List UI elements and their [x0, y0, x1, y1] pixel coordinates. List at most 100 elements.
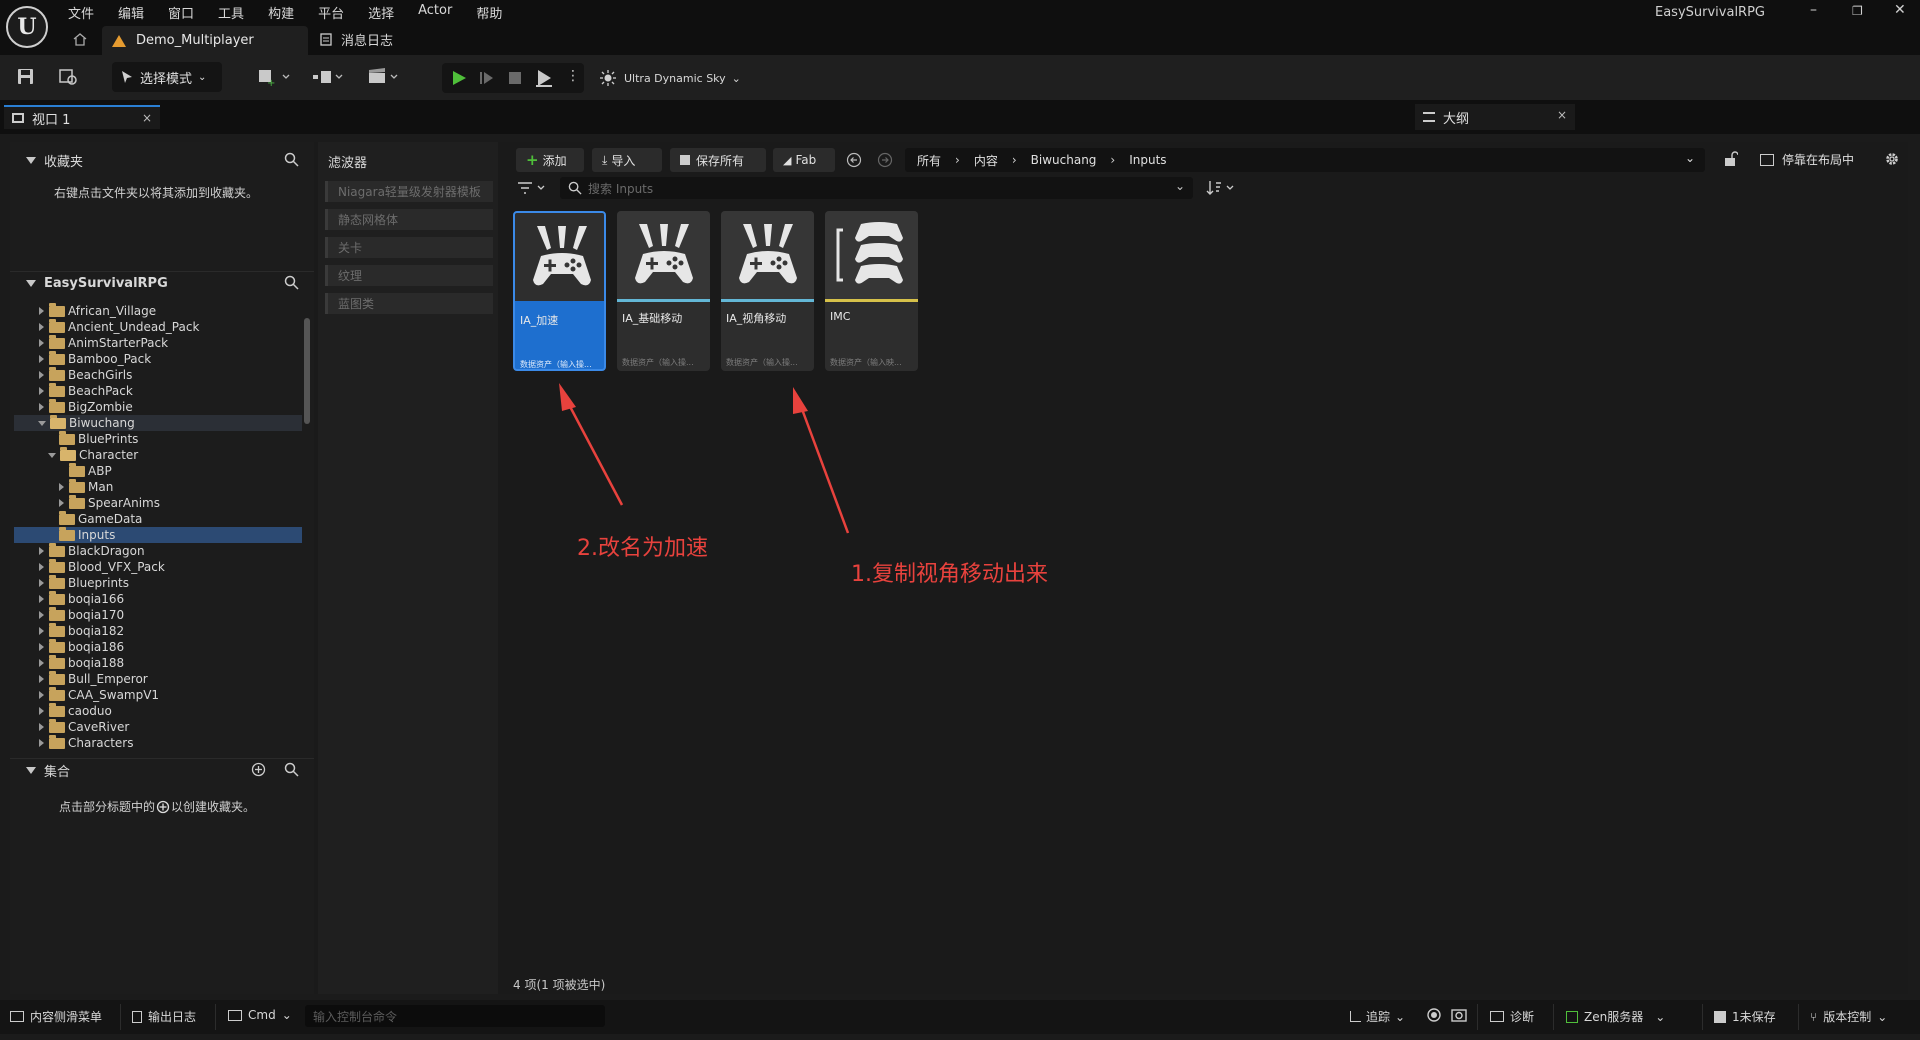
breadcrumb-inputs[interactable]: Inputs — [1129, 153, 1166, 167]
folder-tree-item[interactable]: Character — [14, 446, 302, 463]
menu-tools[interactable]: 工具 — [206, 0, 256, 22]
browse-icon[interactable] — [58, 67, 80, 87]
screenshot-icon[interactable] — [1451, 1008, 1467, 1022]
collapsed-caret-icon[interactable] — [39, 611, 44, 619]
dock-in-layout-button[interactable]: 停靠在布局中 — [1760, 151, 1854, 168]
menu-help[interactable]: 帮助 — [464, 0, 514, 22]
restore-button[interactable]: ❐ — [1852, 4, 1863, 18]
cmd-dropdown[interactable]: Cmd ⌄ — [228, 1008, 292, 1022]
content-drawer-button[interactable]: 内容侧滑菜单 — [10, 1008, 102, 1025]
unreal-logo-icon[interactable]: U — [6, 6, 48, 48]
home-icon[interactable] — [73, 33, 87, 46]
collections-header[interactable]: 集合 — [10, 758, 314, 782]
collapsed-caret-icon[interactable] — [39, 547, 44, 555]
asset-tile-ia-basic-move[interactable]: IA_基础移动 数据资产（输入操... — [617, 211, 710, 371]
collapsed-caret-icon[interactable] — [39, 627, 44, 635]
filter-level[interactable]: 关卡 — [325, 237, 493, 258]
menu-platform[interactable]: 平台 — [306, 0, 356, 22]
add-collection-icon[interactable] — [251, 762, 266, 777]
asset-tile-ia-accelerate[interactable]: IA_加速 数据资产（输入操... — [513, 211, 606, 371]
output-log-button[interactable]: 输出日志 — [132, 1008, 196, 1025]
source-control-dropdown[interactable]: ⑂ 版本控制 ⌄ — [1810, 1008, 1887, 1025]
expanded-caret-icon[interactable] — [48, 452, 56, 458]
filter-icon[interactable] — [517, 180, 547, 196]
search-icon[interactable] — [284, 275, 299, 290]
collapsed-caret-icon[interactable] — [39, 371, 44, 379]
lock-icon[interactable] — [1724, 151, 1738, 167]
collapsed-caret-icon[interactable] — [39, 387, 44, 395]
sort-icon[interactable] — [1206, 179, 1238, 197]
folder-tree-item[interactable]: Inputs — [14, 526, 302, 543]
collapsed-caret-icon[interactable] — [39, 723, 44, 731]
collapsed-caret-icon[interactable] — [39, 659, 44, 667]
stop-icon[interactable] — [506, 69, 524, 87]
console-command-input[interactable]: 输入控制台命令 — [305, 1005, 605, 1027]
add-button[interactable]: + 添加 — [516, 148, 584, 172]
collapsed-caret-icon[interactable] — [39, 675, 44, 683]
ultra-dynamic-sky-button[interactable]: Ultra Dynamic Sky ⌄ — [600, 70, 741, 86]
folder-tree-item[interactable]: CAA_SwampV1 — [14, 686, 302, 703]
folder-tree-item[interactable]: boqia182 — [14, 622, 302, 639]
fab-button[interactable]: ◢ Fab — [773, 148, 835, 172]
add-actor-icon[interactable]: + — [257, 67, 293, 87]
menu-actor[interactable]: Actor — [406, 0, 464, 22]
collapsed-caret-icon[interactable] — [59, 483, 64, 491]
collapsed-caret-icon[interactable] — [59, 499, 64, 507]
expanded-caret-icon[interactable] — [38, 420, 46, 426]
close-viewport-tab-button[interactable]: × — [142, 111, 152, 125]
cinematics-icon[interactable] — [367, 67, 403, 87]
select-mode-dropdown[interactable]: 选择模式 ⌄ — [112, 62, 222, 92]
folder-tree-item[interactable]: BigZombie — [14, 398, 302, 415]
close-window-button[interactable]: ✕ — [1894, 2, 1906, 18]
simulate-icon[interactable] — [534, 68, 554, 88]
import-button[interactable]: ⤓ 导入 — [592, 148, 662, 172]
breadcrumb-biwuchang[interactable]: Biwuchang — [1031, 153, 1097, 167]
message-log-tab[interactable]: 消息日志 — [320, 30, 393, 49]
menu-window[interactable]: 窗口 — [156, 0, 206, 22]
collapsed-caret-icon[interactable] — [39, 579, 44, 587]
search-icon[interactable] — [284, 762, 299, 777]
menu-file[interactable]: 文件 — [56, 0, 106, 22]
diagnostics-button[interactable]: 诊断 — [1490, 1008, 1534, 1025]
collapsed-caret-icon[interactable] — [39, 691, 44, 699]
menu-build[interactable]: 构建 — [256, 0, 306, 22]
folder-tree-item[interactable]: GameData — [14, 510, 302, 527]
save-icon[interactable] — [15, 67, 37, 87]
folder-tree-item[interactable]: boqia170 — [14, 606, 302, 623]
folder-tree-item[interactable]: CaveRiver — [14, 718, 302, 735]
collapsed-caret-icon[interactable] — [39, 323, 44, 331]
menu-edit[interactable]: 编辑 — [106, 0, 156, 22]
viewport-tab[interactable]: 视口 1 × — [4, 105, 160, 129]
folder-tree-item[interactable]: BlackDragon — [14, 542, 302, 559]
folder-tree-item[interactable]: caoduo — [14, 702, 302, 719]
minimize-button[interactable]: – — [1810, 2, 1817, 18]
folder-tree-item[interactable]: boqia188 — [14, 654, 302, 671]
folder-tree-item[interactable]: BluePrints — [14, 430, 302, 447]
folder-tree-item[interactable]: Characters — [14, 734, 302, 751]
folder-tree-item[interactable]: Biwuchang — [14, 414, 302, 431]
filter-static-mesh[interactable]: 静态网格体 — [325, 209, 493, 230]
collapsed-caret-icon[interactable] — [39, 355, 44, 363]
folder-tree-item[interactable]: African_Village — [14, 302, 302, 319]
blueprint-icon[interactable] — [312, 67, 348, 87]
tree-scrollbar[interactable] — [304, 318, 310, 424]
zen-server-dropdown[interactable]: Zen服务器 ⌄ — [1566, 1008, 1665, 1025]
more-options-icon[interactable]: ⋮ — [566, 68, 580, 84]
filter-blueprint-class[interactable]: 蓝图类 — [325, 293, 493, 314]
collapsed-caret-icon[interactable] — [39, 739, 44, 747]
back-arrow-icon[interactable] — [846, 152, 862, 168]
trace-dropdown[interactable]: 追踪 ⌄ — [1350, 1008, 1405, 1025]
asset-tile-ia-look-move[interactable]: IA_视角移动 数据资产（输入操... — [721, 211, 814, 371]
breadcrumb-all[interactable]: 所有 — [917, 152, 941, 169]
filter-niagara[interactable]: Niagara轻量级发射器模板 — [325, 181, 493, 202]
filter-texture[interactable]: 纹理 — [325, 265, 493, 286]
collapsed-caret-icon[interactable] — [39, 563, 44, 571]
menu-select[interactable]: 选择 — [356, 0, 406, 22]
asset-search-input[interactable]: 搜索 Inputs ⌄ — [560, 177, 1193, 199]
folder-tree-item[interactable]: Blueprints — [14, 574, 302, 591]
breadcrumb-content[interactable]: 内容 — [974, 152, 998, 169]
folder-tree-item[interactable]: Bamboo_Pack — [14, 350, 302, 367]
folder-tree-item[interactable]: Bull_Emperor — [14, 670, 302, 687]
step-icon[interactable] — [478, 69, 496, 87]
unsaved-button[interactable]: 1未保存 — [1714, 1008, 1776, 1025]
